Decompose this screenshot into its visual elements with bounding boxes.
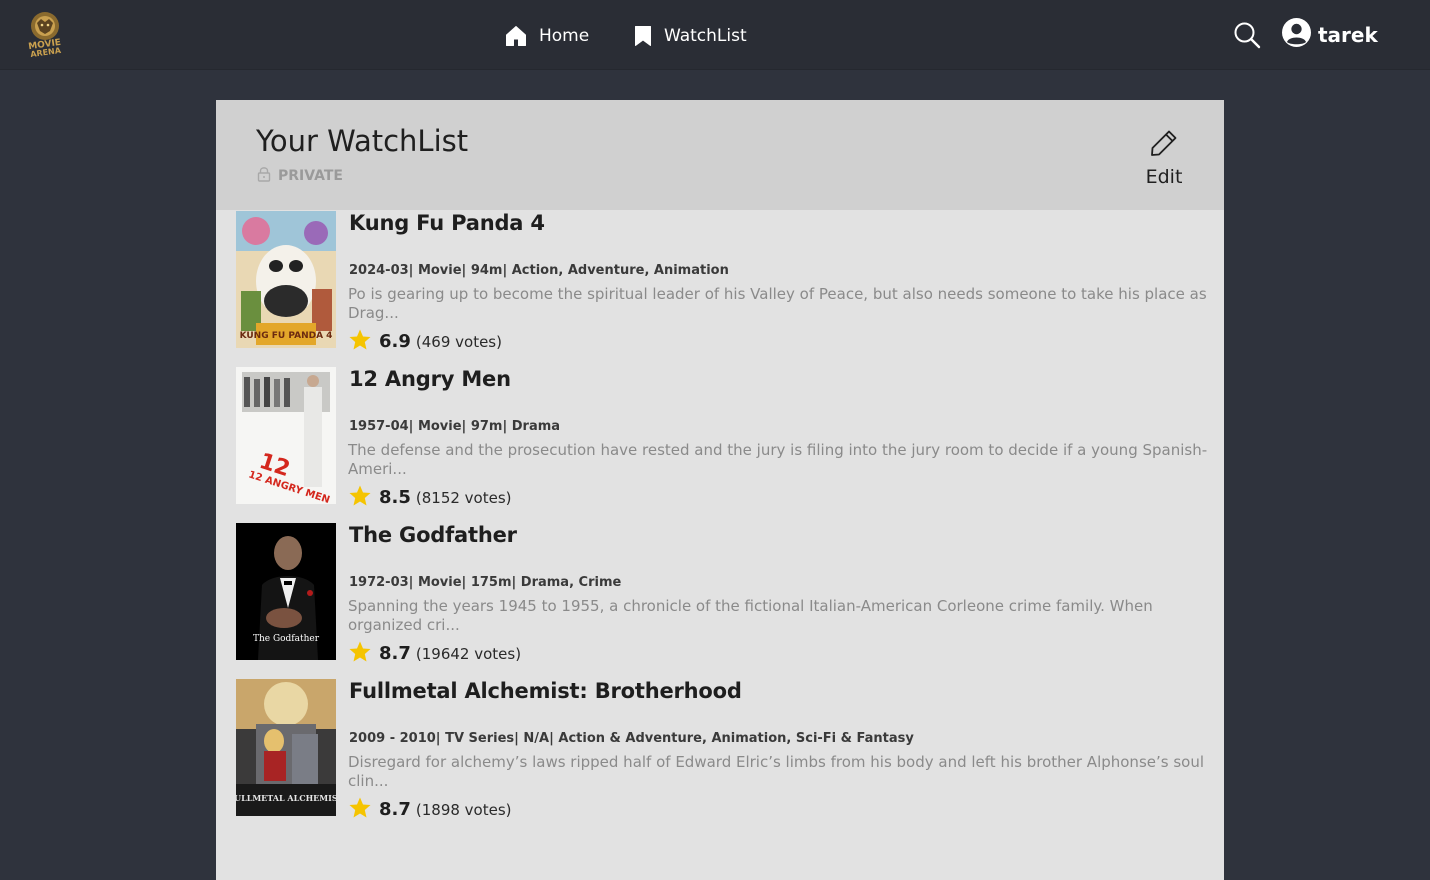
star-icon: [349, 797, 371, 822]
poster-image[interactable]: The Godfather: [236, 523, 336, 660]
poster-image[interactable]: 12 12 ANGRY MEN: [236, 367, 336, 504]
item-meta: 2024-03| Movie| 94m| Action, Adventure, …: [349, 263, 729, 278]
rating-votes: (8152 votes): [415, 488, 512, 507]
item-description: Po is gearing up to become the spiritual…: [348, 285, 1207, 322]
item-title[interactable]: The Godfather: [349, 523, 517, 547]
watchlist-panel: Your WatchList PRIVATE Edit KUNG FU PAND…: [216, 100, 1224, 880]
privacy-label: PRIVATE: [278, 168, 343, 184]
item-title[interactable]: Fullmetal Alchemist: Brotherhood: [349, 679, 742, 703]
item-meta: 2009 - 2010| TV Series| N/A| Action & Ad…: [349, 731, 914, 746]
item-title[interactable]: Kung Fu Panda 4: [349, 211, 545, 235]
item-description: Spanning the years 1945 to 1955, a chron…: [348, 597, 1153, 634]
watchlist-item[interactable]: The Godfather The Godfather 1972-03| Mov…: [236, 523, 1206, 664]
watchlist-item[interactable]: 12 12 ANGRY MEN 12 Angry Men 1957-04| Mo…: [236, 367, 1208, 508]
rating-value: 8.7: [379, 643, 411, 664]
poster-title-text: FULLMETAL ALCHEMIST: [236, 793, 336, 803]
user-name: tarek: [1318, 22, 1378, 47]
nav-watchlist-link[interactable]: WatchList: [634, 22, 747, 50]
privacy-badge: PRIVATE: [257, 166, 343, 186]
watchlist-header: Your WatchList PRIVATE Edit: [216, 100, 1224, 210]
item-meta: 1972-03| Movie| 175m| Drama, Crime: [349, 575, 622, 590]
item-description: Disregard for alchemy’s laws ripped half…: [348, 753, 1205, 790]
rating-votes: (469 votes): [415, 332, 502, 351]
star-icon: [349, 329, 371, 354]
user-avatar-icon: [1281, 17, 1312, 52]
search-icon[interactable]: [1233, 21, 1261, 49]
poster-title-text: The Godfather: [253, 634, 320, 644]
rating-value: 6.9: [379, 331, 411, 352]
poster-title-text: KUNG FU PANDA 4: [240, 331, 333, 341]
nav-watchlist-label: WatchList: [664, 26, 747, 46]
item-title[interactable]: 12 Angry Men: [349, 367, 511, 391]
star-icon: [349, 641, 371, 666]
poster-image[interactable]: KUNG FU PANDA 4: [236, 211, 336, 348]
movie-arena-logo[interactable]: MOVIE ARENA: [22, 9, 68, 59]
bookmark-icon: [634, 25, 652, 47]
item-meta: 1957-04| Movie| 97m| Drama: [349, 419, 561, 434]
rating-votes: (1898 votes): [415, 800, 512, 819]
edit-label: Edit: [1145, 166, 1183, 188]
lock-icon: [257, 166, 271, 186]
nav-home-label: Home: [539, 26, 590, 46]
pencil-icon: [1149, 128, 1179, 162]
watchlist-item[interactable]: FULLMETAL ALCHEMIST Fullmetal Alchemist:…: [236, 679, 1206, 820]
user-menu[interactable]: tarek: [1281, 17, 1378, 52]
item-rating: 8.7 (19642 votes): [349, 641, 521, 666]
star-icon: [349, 485, 371, 510]
item-rating: 6.9 (469 votes): [349, 329, 502, 354]
page-title: Your WatchList: [256, 124, 469, 158]
rating-value: 8.7: [379, 799, 411, 820]
item-description: The defense and the prosecution have res…: [348, 441, 1208, 478]
navbar: MOVIE ARENA Home WatchList tarek: [0, 0, 1430, 70]
edit-button[interactable]: Edit: [1142, 128, 1186, 188]
home-icon: [505, 25, 527, 47]
rating-value: 8.5: [379, 487, 411, 508]
watchlist-item[interactable]: KUNG FU PANDA 4 Kung Fu Panda 4 2024-03|…: [236, 211, 1207, 352]
item-rating: 8.7 (1898 votes): [349, 797, 512, 822]
nav-home-link[interactable]: Home: [505, 22, 589, 50]
item-rating: 8.5 (8152 votes): [349, 485, 512, 510]
poster-image[interactable]: FULLMETAL ALCHEMIST: [236, 679, 336, 816]
rating-votes: (19642 votes): [415, 644, 522, 663]
